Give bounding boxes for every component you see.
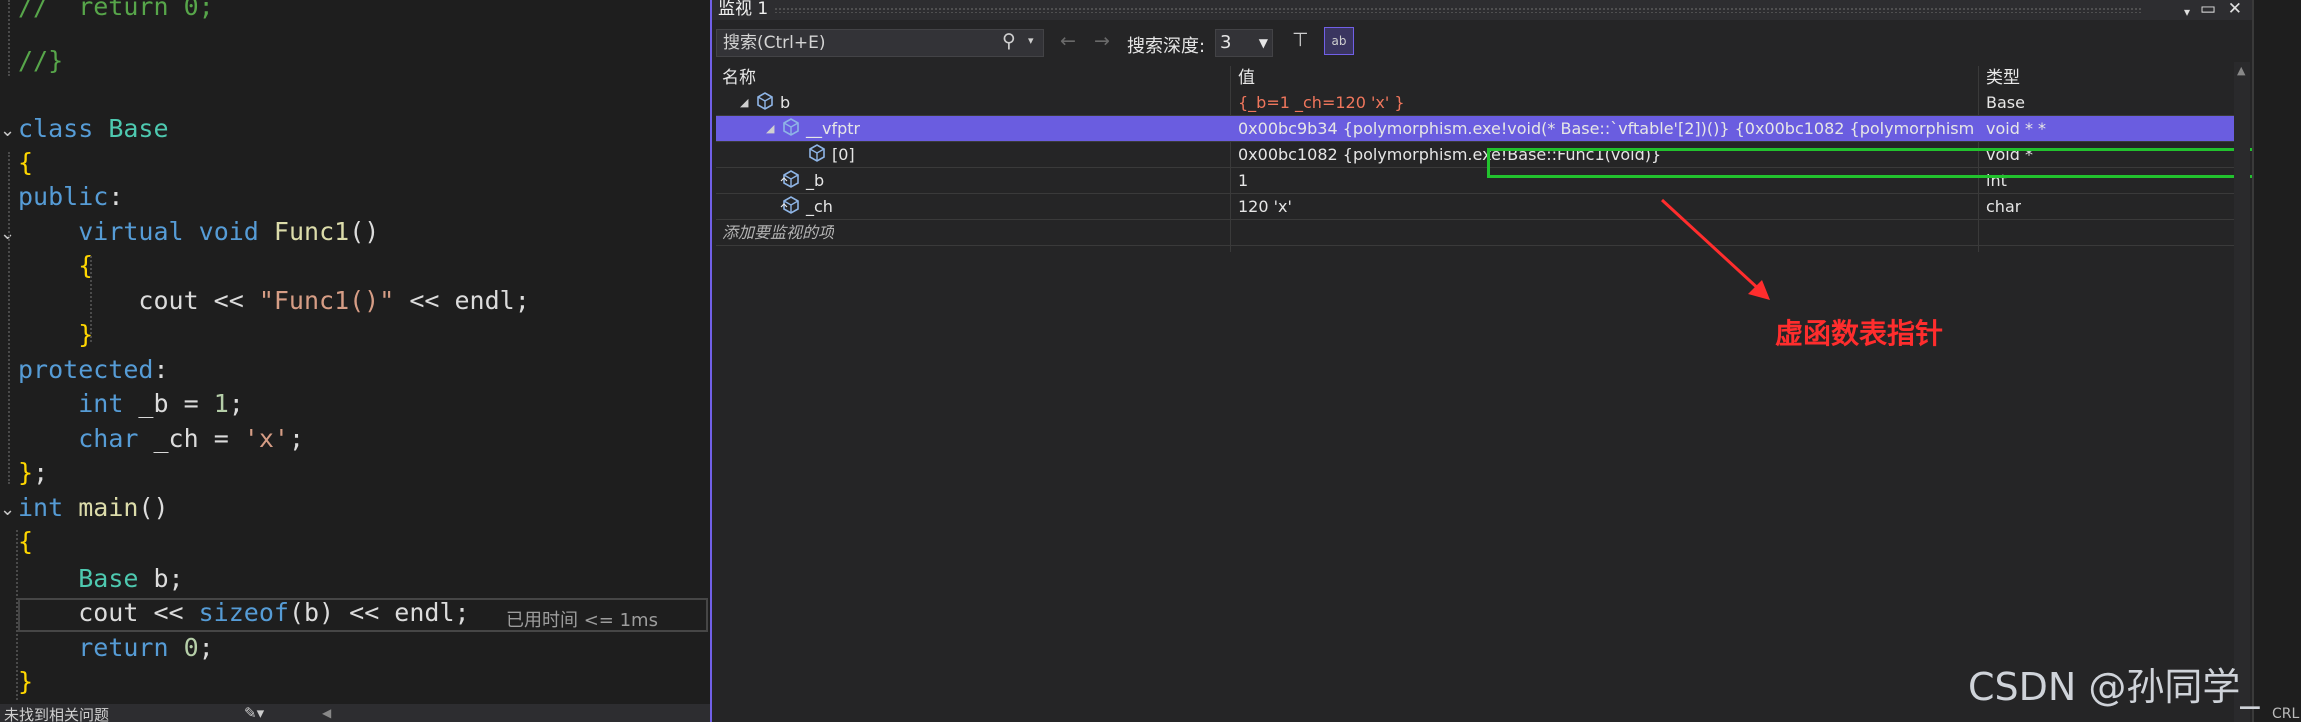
pin-icon[interactable]: ⊤ bbox=[1292, 29, 1309, 51]
watch-value[interactable]: {_b=1 _ch=120 'x' } bbox=[1238, 90, 1974, 115]
variable-icon bbox=[780, 194, 806, 219]
watch-name: _b bbox=[806, 171, 825, 190]
code-line: virtual void Func1() bbox=[78, 217, 380, 246]
column-header-name[interactable]: 名称 bbox=[722, 66, 756, 90]
watch-name: [0] bbox=[832, 145, 855, 164]
watch-row[interactable]: ◢ __vfptr 0x00bc9b34 {polymorphism.exe!voi… bbox=[716, 116, 2234, 142]
fold-collapse-icon[interactable]: ⌄ bbox=[0, 499, 15, 520]
code-line: { bbox=[78, 251, 94, 280]
code-line: return 0; bbox=[78, 633, 214, 662]
expand-triangle-icon[interactable]: ◢ bbox=[740, 90, 754, 115]
add-watch-row[interactable]: 添加要监视的项 bbox=[716, 220, 2234, 246]
add-watch-placeholder[interactable]: 添加要监视的项 bbox=[722, 220, 834, 245]
annotation-label: 虚函数表指针 bbox=[1775, 317, 1944, 350]
code-line: public: bbox=[18, 182, 124, 211]
fold-collapse-icon[interactable]: ⌄ bbox=[0, 120, 15, 141]
code-line: }; bbox=[18, 458, 49, 487]
code-line: } bbox=[78, 320, 94, 349]
watch-type: Base bbox=[1986, 93, 2025, 112]
code-line: cout << "Func1()" << endl; bbox=[18, 286, 530, 315]
column-header-value[interactable]: 值 bbox=[1238, 66, 1255, 90]
indent-guide bbox=[8, 0, 10, 76]
right-strip-label: CRL bbox=[2272, 706, 2300, 722]
scroll-left-icon[interactable]: ◀ bbox=[322, 704, 331, 722]
watch-name-cell: _b bbox=[766, 168, 824, 193]
search-icon[interactable]: ⚲ bbox=[1002, 30, 1016, 52]
watch-name: __vfptr bbox=[806, 119, 861, 138]
code-line: int _b = 1; bbox=[78, 389, 244, 418]
code-line: char _ch = 'x'; bbox=[78, 424, 305, 453]
watch-name: _ch bbox=[806, 197, 833, 216]
expand-triangle-icon[interactable]: ◢ bbox=[766, 116, 780, 141]
code-line: protected: bbox=[18, 355, 169, 384]
code-line: int main() bbox=[18, 493, 169, 522]
elapsed-time-hint: 已用时间 <= 1ms bbox=[506, 610, 658, 631]
watch-name-cell: [0] bbox=[792, 142, 855, 167]
watch-title: 监视 1 bbox=[718, 0, 769, 19]
close-icon[interactable]: ✕ bbox=[2228, 0, 2242, 19]
indent-guide bbox=[8, 152, 10, 484]
variable-icon bbox=[780, 116, 806, 141]
code-line: { bbox=[18, 148, 34, 177]
scroll-up-icon[interactable]: ▲ bbox=[2237, 64, 2245, 77]
code-line: } bbox=[18, 667, 34, 696]
watch-value[interactable]: 0x00bc9b34 {polymorphism.exe!void(* Base… bbox=[1238, 116, 1974, 141]
editor-status-bar: 未找到相关问题 ✎▾ ◀ bbox=[0, 704, 710, 722]
search-depth-value: 3 bbox=[1220, 32, 1232, 53]
search-dropdown-icon[interactable]: ▾ bbox=[1028, 34, 1034, 47]
watch-type: char bbox=[1986, 197, 2022, 216]
code-line: class Base bbox=[18, 114, 169, 143]
watch-value[interactable]: 120 'x' bbox=[1238, 194, 1974, 219]
search-depth-select[interactable]: 3 ▼ bbox=[1215, 29, 1273, 57]
code-editor[interactable]: // return 0; //} class Base { public: virtua… bbox=[0, 0, 710, 722]
watch-row[interactable]: _ch 120 'x' char bbox=[716, 194, 2234, 220]
watch-type: void * * bbox=[1986, 119, 2047, 138]
search-depth-label: 搜索深度: bbox=[1127, 36, 1206, 57]
hex-display-icon[interactable]: ab bbox=[1324, 27, 1354, 55]
search-input[interactable] bbox=[716, 29, 1044, 57]
watch-name-cell: ◢ __vfptr bbox=[766, 116, 860, 141]
code-line: //} bbox=[18, 46, 64, 75]
annotation-arrow bbox=[1660, 198, 1770, 300]
vertical-scrollbar[interactable]: ▲ bbox=[2234, 62, 2250, 722]
title-grip[interactable] bbox=[774, 7, 2142, 13]
indent-guide bbox=[90, 256, 92, 342]
watch-toolbar: ⚲ ▾ ← → 搜索深度: 3 ▼ ⊤ ab bbox=[712, 26, 2252, 62]
watermark: CSDN @孙同学_ bbox=[1968, 665, 2260, 709]
code-line: // return 0; bbox=[18, 0, 214, 21]
variable-icon bbox=[806, 142, 832, 167]
brush-icon[interactable]: ✎▾ bbox=[244, 704, 264, 722]
right-side-panel: CRL bbox=[2252, 0, 2301, 722]
watch-row[interactable]: ◢ b {_b=1 _ch=120 'x' } Base bbox=[716, 90, 2234, 116]
watch-window[interactable]: 监视 1 ▾ ▭ ✕ ⚲ ▾ ← → 搜索深度: 3 ▼ ⊤ ab 名称 值 类… bbox=[710, 0, 2301, 722]
code-line: Base b; bbox=[78, 564, 184, 593]
watch-name: b bbox=[780, 93, 791, 112]
highlight-box bbox=[1487, 148, 2301, 178]
variable-icon bbox=[780, 168, 806, 193]
code-line: { bbox=[18, 527, 34, 556]
forward-arrow-icon[interactable]: → bbox=[1094, 30, 1110, 52]
variable-icon bbox=[754, 90, 780, 115]
watch-name-cell: _ch bbox=[766, 194, 833, 219]
chevron-down-icon: ▼ bbox=[1258, 36, 1268, 50]
maximize-icon[interactable]: ▭ bbox=[2200, 0, 2216, 19]
back-arrow-icon[interactable]: ← bbox=[1060, 30, 1076, 52]
window-menu-icon[interactable]: ▾ bbox=[2184, 2, 2190, 22]
column-header-type[interactable]: 类型 bbox=[1986, 66, 2020, 90]
status-message: 未找到相关问题 bbox=[4, 706, 110, 722]
watch-title-bar[interactable]: 监视 1 ▾ ▭ ✕ bbox=[712, 0, 2252, 20]
watch-name-cell: ◢ b bbox=[740, 90, 790, 115]
